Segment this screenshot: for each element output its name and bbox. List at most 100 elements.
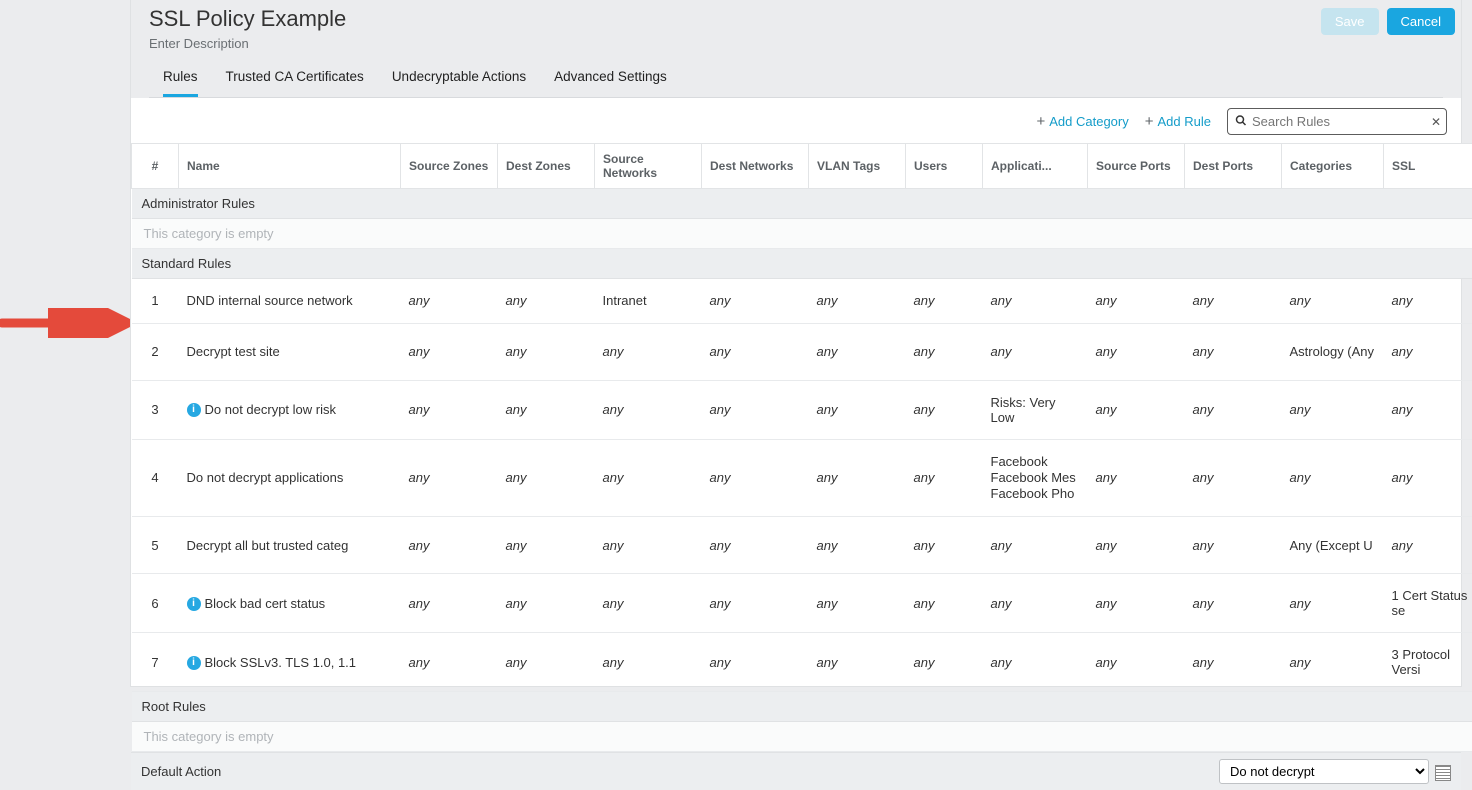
cell-number: 5 [132, 517, 179, 574]
cell-any: any [1282, 439, 1384, 517]
col-ssl[interactable]: SSL [1384, 144, 1472, 189]
cell-number: 7 [132, 633, 179, 692]
col-src-ports[interactable]: Source Ports [1088, 144, 1185, 189]
tab-undecryptable[interactable]: Undecryptable Actions [392, 61, 526, 97]
cell-any: any [498, 323, 595, 380]
cell-any: any [595, 574, 702, 633]
cell-any: any [595, 380, 702, 439]
plus-icon: + [1145, 113, 1154, 130]
cell-name: Decrypt all but trusted categ [179, 517, 401, 574]
cell-any: any [401, 633, 498, 692]
table-row[interactable]: 6iBlock bad cert statusanyanyanyanyanyan… [132, 574, 1472, 633]
tab-rules[interactable]: Rules [163, 61, 198, 97]
cell-any: any [906, 279, 983, 324]
cell-any: any [1088, 574, 1185, 633]
cell-ssl: 3 Protocol Versi [1384, 633, 1472, 692]
category-header: Root Rules [132, 692, 1472, 722]
cell-categories: Any (Except U [1282, 517, 1384, 574]
cell-any: any [1384, 323, 1472, 380]
cell-any: any [1282, 633, 1384, 692]
cell-any: any [702, 574, 809, 633]
cell-any: any [702, 323, 809, 380]
cell-apps: FacebookFacebook MesFacebook Pho [983, 439, 1088, 517]
col-number[interactable]: # [132, 144, 179, 189]
cell-any: any [809, 439, 906, 517]
col-dst-ports[interactable]: Dest Ports [1185, 144, 1282, 189]
cell-any: any [702, 439, 809, 517]
cell-number: 2 [132, 323, 179, 380]
cell-name: DND internal source network [179, 279, 401, 324]
cell-any: any [906, 323, 983, 380]
plus-icon: + [1036, 113, 1045, 130]
cell-any: any [1384, 439, 1472, 517]
cell-any: any [1282, 380, 1384, 439]
cell-any: any [1185, 517, 1282, 574]
cell-categories: Astrology (Any [1282, 323, 1384, 380]
table-row[interactable]: 1DND internal source networkanyanyIntran… [132, 279, 1472, 324]
col-name[interactable]: Name [179, 144, 401, 189]
col-dst-zones[interactable]: Dest Zones [498, 144, 595, 189]
search-icon [1235, 114, 1247, 129]
info-icon: i [187, 656, 201, 670]
cell-apps: Risks: Very Low [983, 380, 1088, 439]
cell-any: any [401, 439, 498, 517]
table-row[interactable]: 3iDo not decrypt low riskanyanyanyanyany… [132, 380, 1472, 439]
cell-any: any [983, 574, 1088, 633]
cell-any: any [498, 380, 595, 439]
info-icon: i [187, 403, 201, 417]
table-row[interactable]: 4Do not decrypt applicationsanyanyanyany… [132, 439, 1472, 517]
cell-any: any [1088, 380, 1185, 439]
cell-any: any [595, 439, 702, 517]
col-src-zones[interactable]: Source Zones [401, 144, 498, 189]
tab-trusted-ca[interactable]: Trusted CA Certificates [226, 61, 364, 97]
cell-any: any [1185, 633, 1282, 692]
cell-any: any [595, 517, 702, 574]
cell-any: any [809, 279, 906, 324]
default-action-select[interactable]: Do not decrypt [1219, 759, 1429, 784]
log-icon[interactable] [1435, 765, 1451, 781]
cell-any: any [702, 517, 809, 574]
tab-advanced[interactable]: Advanced Settings [554, 61, 667, 97]
cancel-button[interactable]: Cancel [1387, 8, 1455, 35]
page-title: SSL Policy Example [149, 6, 1443, 32]
cell-any: any [1185, 279, 1282, 324]
cell-any: any [498, 279, 595, 324]
cell-number: 3 [132, 380, 179, 439]
page-description[interactable]: Enter Description [149, 36, 1443, 51]
cell-any: any [1088, 439, 1185, 517]
cell-any: any [906, 517, 983, 574]
cell-any: any [809, 517, 906, 574]
cell-number: 4 [132, 439, 179, 517]
info-icon: i [187, 597, 201, 611]
cell-any: any [498, 517, 595, 574]
col-apps[interactable]: Applicati... [983, 144, 1088, 189]
col-dst-nets[interactable]: Dest Networks [702, 144, 809, 189]
col-categories[interactable]: Categories [1282, 144, 1384, 189]
cell-any: any [983, 323, 1088, 380]
table-row[interactable]: 5Decrypt all but trusted categanyanyanya… [132, 517, 1472, 574]
annotation-arrow-icon [0, 308, 130, 338]
cell-number: 1 [132, 279, 179, 324]
col-src-nets[interactable]: Source Networks [595, 144, 702, 189]
cell-any: any [906, 574, 983, 633]
cell-any: any [1384, 517, 1472, 574]
cell-number: 6 [132, 574, 179, 633]
search-input[interactable] [1227, 108, 1447, 135]
col-vlan[interactable]: VLAN Tags [809, 144, 906, 189]
cell-any: any [809, 633, 906, 692]
cell-any: any [702, 279, 809, 324]
table-row[interactable]: 2Decrypt test siteanyanyanyanyanyanyanya… [132, 323, 1472, 380]
add-rule-link[interactable]: + Add Rule [1145, 113, 1211, 130]
save-button[interactable]: Save [1321, 8, 1379, 35]
table-row[interactable]: 7iBlock SSLv3. TLS 1.0, 1.1anyanyanyanya… [132, 633, 1472, 692]
col-users[interactable]: Users [906, 144, 983, 189]
clear-search-icon[interactable]: ✕ [1431, 115, 1441, 129]
cell-any: any [595, 323, 702, 380]
cell-any: any [1384, 279, 1472, 324]
cell-any: any [498, 439, 595, 517]
cell-any: any [401, 323, 498, 380]
add-category-link[interactable]: + Add Category [1036, 113, 1128, 130]
cell-any: any [809, 380, 906, 439]
cell-any: any [401, 574, 498, 633]
cell-any: any [401, 380, 498, 439]
